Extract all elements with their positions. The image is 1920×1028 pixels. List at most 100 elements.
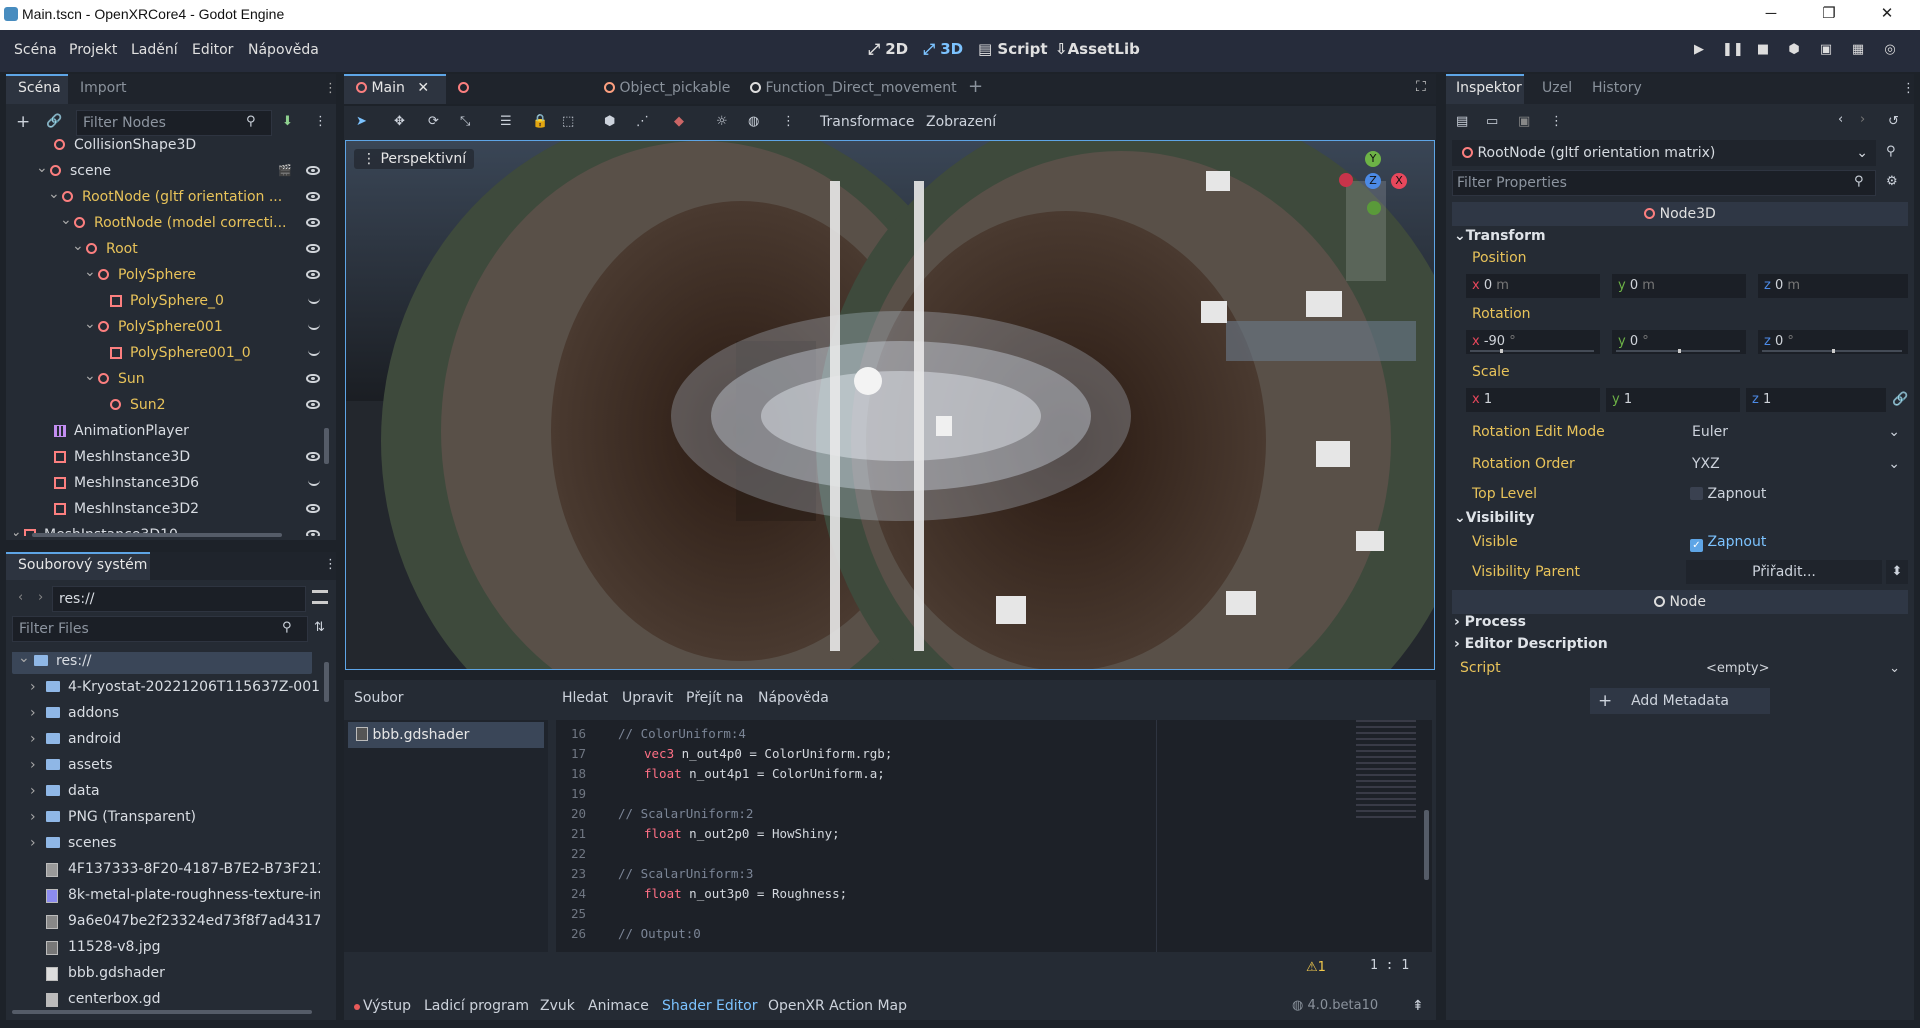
chevron-down-icon[interactable]: ⌄: [84, 363, 96, 389]
chevron-down-icon[interactable]: ⌄: [72, 233, 84, 259]
chevron-down-icon[interactable]: ⌄: [48, 181, 60, 207]
tab-audio[interactable]: Zvuk: [540, 998, 575, 1014]
code-line[interactable]: 25: [556, 904, 644, 924]
transform-menu[interactable]: Transformace: [820, 114, 915, 130]
chevron-right-icon[interactable]: ›: [30, 778, 36, 804]
visibility-eye-icon[interactable]: [306, 400, 320, 409]
new-resource-icon[interactable]: ▤: [1456, 114, 1468, 129]
new-scene-tab-icon[interactable]: +: [968, 76, 983, 97]
scene-tree[interactable]: CollisionShape3D ⌄ scene 🎬 ⌄ RootNode (gltf o…: [14, 138, 320, 536]
section-visibility[interactable]: ⌄Visibility: [1454, 510, 1535, 526]
split-mode-icon[interactable]: [312, 590, 328, 604]
top-level-checkbox[interactable]: Zapnout: [1690, 486, 1766, 502]
file-tree-scrollbar[interactable]: [324, 662, 329, 702]
shader-file-item[interactable]: bbb.gdshader: [348, 722, 544, 748]
tab-inspector[interactable]: Inspektor: [1456, 80, 1522, 96]
code-editor[interactable]: 16 // ColorUniform:4 17 vec3 n_out4p0 = Col…: [556, 720, 1432, 952]
rotation-order-select[interactable]: YXZ ⌄: [1686, 452, 1906, 476]
play-icon[interactable]: ▶: [1690, 42, 1708, 60]
close-tab-icon[interactable]: ✕: [417, 80, 429, 96]
menu-help[interactable]: Nápověda: [758, 690, 829, 706]
section-transform[interactable]: ⌄Transform: [1454, 228, 1546, 244]
sun-preview-icon[interactable]: ☼: [716, 114, 728, 129]
code-line[interactable]: 18 float n_out4p1 = ColorUniform.a;: [556, 764, 885, 784]
stop-icon[interactable]: ■: [1754, 42, 1772, 60]
code-line[interactable]: 23 // ScalarUniform:3: [556, 864, 754, 884]
workspace-assetlib[interactable]: ⇩AssetLib: [1055, 40, 1140, 58]
menu-goto[interactable]: Přejít na: [686, 690, 743, 706]
menu-project[interactable]: Projekt: [69, 42, 117, 58]
visibility-eye-icon[interactable]: [306, 166, 320, 175]
menu-debug[interactable]: Ladění: [131, 42, 178, 58]
visibility-hidden-icon[interactable]: [308, 298, 320, 304]
visibility-hidden-icon[interactable]: [308, 324, 320, 330]
panel-expand-icon[interactable]: ⇞: [1412, 998, 1424, 1014]
chevron-down-icon[interactable]: ⌄: [36, 155, 48, 181]
rotation-x-slider[interactable]: [1470, 349, 1594, 353]
pause-icon[interactable]: ❚❚: [1722, 42, 1744, 60]
visibility-hidden-icon[interactable]: [308, 350, 320, 356]
tree-row[interactable]: ⌄ Sun: [14, 366, 320, 392]
maximize-button[interactable]: ❐: [1806, 0, 1852, 30]
position-z-field[interactable]: z 0 m: [1758, 274, 1908, 298]
attach-script-icon[interactable]: ⬇: [282, 114, 293, 129]
tab-animation[interactable]: Animace: [588, 998, 649, 1014]
workspace-script[interactable]: ▤ Script: [978, 40, 1048, 58]
tree-row[interactable]: Sun2: [14, 392, 320, 418]
folder-item[interactable]: › addons: [12, 700, 312, 726]
tree-row[interactable]: PolySphere_0: [14, 288, 320, 314]
scene-tab-function-direct-movement[interactable]: Function_Direct_movement: [750, 80, 957, 96]
visibility-eye-icon[interactable]: [306, 452, 320, 461]
visibility-eye-icon[interactable]: [306, 374, 320, 383]
chevron-right-icon[interactable]: ›: [30, 830, 36, 856]
menu-help[interactable]: Nápověda: [248, 42, 319, 58]
file-item[interactable]: 11528-v8.jpg: [12, 934, 312, 960]
tab-import[interactable]: Import: [80, 80, 126, 96]
tree-row[interactable]: ⌄ RootNode (model correcti...: [14, 210, 320, 236]
tree-row[interactable]: PolySphere001_0: [14, 340, 320, 366]
movie-maker-icon[interactable]: ◎: [1881, 42, 1899, 60]
scale-z-field[interactable]: z 1: [1746, 388, 1886, 412]
workspace-2d[interactable]: ⤢ 2D: [868, 40, 908, 58]
more-icon[interactable]: ⋮: [782, 114, 795, 129]
rotation-x-field[interactable]: x -90 °: [1466, 330, 1600, 354]
snap-icon[interactable]: ⋰: [636, 114, 649, 129]
chevron-right-icon[interactable]: ›: [30, 804, 36, 830]
chevron-down-icon[interactable]: ⌄: [14, 519, 22, 536]
scale-x-field[interactable]: x 1: [1466, 388, 1600, 412]
remote-deploy-icon[interactable]: ⬢: [1785, 42, 1803, 60]
filter-files-input[interactable]: Filter Files: [12, 616, 308, 642]
gizmo-y-axis[interactable]: Y: [1365, 151, 1381, 167]
chevron-down-icon[interactable]: ⌄: [84, 311, 96, 337]
play-scene-icon[interactable]: ▣: [1817, 42, 1835, 60]
rotation-z-field[interactable]: z 0 °: [1758, 330, 1908, 354]
chevron-right-icon[interactable]: ›: [30, 674, 36, 700]
workspace-3d[interactable]: ⤢ 3D: [923, 40, 963, 58]
save-resource-icon[interactable]: ▣: [1518, 114, 1530, 129]
rotation-y-field[interactable]: y 0 °: [1612, 330, 1746, 354]
history-forward-icon[interactable]: ›: [1860, 112, 1865, 127]
chevron-down-icon[interactable]: ⌄: [84, 259, 96, 285]
chevron-right-icon[interactable]: ›: [30, 700, 36, 726]
code-line[interactable]: 20 // ScalarUniform:2: [556, 804, 754, 824]
scale-mode-icon[interactable]: ⤡: [460, 114, 470, 129]
folder-item[interactable]: › data: [12, 778, 312, 804]
audio-gizmo[interactable]: [936, 416, 952, 436]
environment-preview-icon[interactable]: ◍: [748, 114, 759, 129]
visibility-eye-icon[interactable]: [306, 270, 320, 279]
object-properties-icon[interactable]: ⚲: [1886, 144, 1896, 159]
code-line[interactable]: 19: [556, 784, 644, 804]
lock-icon[interactable]: 🔒: [532, 114, 548, 129]
file-item[interactable]: bbb.gdshader: [12, 960, 312, 986]
menu-search[interactable]: Hledat: [562, 690, 608, 706]
3d-viewport[interactable]: ⋮ Perspektivní Y Z X: [345, 140, 1435, 670]
light-gizmo[interactable]: [854, 367, 882, 395]
visibility-parent-assign[interactable]: Přiřadit...: [1686, 560, 1882, 584]
visibility-hidden-icon[interactable]: [308, 480, 320, 486]
perspective-menu[interactable]: ⋮ Perspektivní: [354, 149, 475, 169]
move-mode-icon[interactable]: ✥: [394, 114, 405, 129]
tab-debugger[interactable]: Ladicí program: [424, 998, 529, 1014]
more-icon[interactable]: ⋮: [1550, 114, 1563, 129]
code-minimap[interactable]: [1356, 720, 1416, 820]
file-item[interactable]: 9a6e047be2f23324ed73f8f7ad4317f1.jpg: [12, 908, 320, 934]
